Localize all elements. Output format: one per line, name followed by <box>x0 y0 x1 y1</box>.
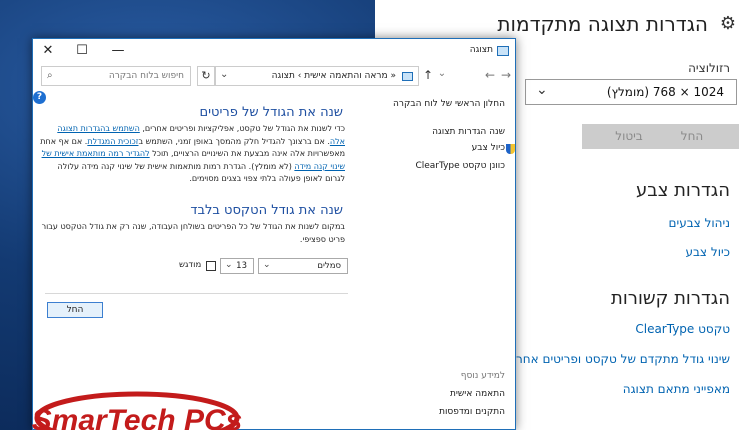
address-bar-row: → ← ⌄ ↑ « מראה והתאמה אישית › תצוגה ⌄ ↻ … <box>33 66 515 92</box>
font-size-select[interactable]: 13 ⌄ <box>220 258 254 274</box>
nav-change-display-settings[interactable]: שנה הגדרות תצוגה <box>432 127 505 137</box>
magnifier-link[interactable]: זכוכית המגדלת <box>87 137 138 146</box>
forward-arrow-icon[interactable]: ← <box>483 68 497 82</box>
search-input[interactable]: חיפוש בלוח הבקרה ⌕ <box>41 66 191 86</box>
control-panel-icon <box>402 72 413 81</box>
smartech-logo: SmarTech PCs <box>32 391 242 430</box>
resolution-dropdown[interactable]: 1024 × 768 (מומלץ) ⌄ <box>525 79 737 105</box>
cleartype-text-link[interactable]: טקסט ClearType <box>635 322 730 336</box>
nav-devices-and-printers[interactable]: התקנים ומדפסות <box>439 407 505 417</box>
nav-calibrate-color[interactable]: כיול צבע <box>472 143 505 153</box>
gear-icon: ⚙ <box>719 13 737 34</box>
control-panel-home-link[interactable]: החלון הראשי של לוח הבקרה <box>393 99 505 109</box>
see-also-heading: למידע נוסף <box>460 371 505 381</box>
chevron-down-icon: ⌄ <box>536 82 548 98</box>
nav-cleartype-text[interactable]: כוונן טקסט ClearType <box>415 161 505 171</box>
desc-text: כדי לשנות את הגודל של טקסט, אפליקציות ופ… <box>139 124 345 133</box>
recent-chevron-icon[interactable]: ⌄ <box>435 68 449 79</box>
color-calibration-link[interactable]: כיול צבע <box>685 245 730 259</box>
nav-personalization[interactable]: התאמה אישית <box>450 389 505 399</box>
item-select-value: סמלים <box>317 261 341 271</box>
divider <box>45 293 348 294</box>
advanced-text-sizing-link[interactable]: שינוי גודל מתקדם של טקסט ופריטים אחרים <box>505 352 730 366</box>
resolution-value: 1024 × 768 (מומלץ) <box>606 85 724 99</box>
help-icon[interactable]: ? <box>33 91 46 104</box>
desc-text: . אם ברצונך להגדיל חלק מהמסך באופן זמני,… <box>138 136 330 146</box>
close-icon[interactable]: ✕ <box>33 42 63 60</box>
svg-text:SmarTech PCs: SmarTech PCs <box>32 404 242 430</box>
maximize-icon[interactable]: ☐ <box>67 42 97 60</box>
address-bar[interactable]: « מראה והתאמה אישית › תצוגה ⌄ <box>215 66 419 86</box>
related-settings-heading: הגדרות קשורות <box>611 288 730 309</box>
breadcrumb: « מראה והתאמה אישית › תצוגה <box>271 71 396 81</box>
search-icon: ⌕ <box>47 70 53 81</box>
refresh-icon[interactable]: ↻ <box>197 66 215 86</box>
change-text-size-description: במקום לשנות את הגודל של כל הפריטים בשולח… <box>41 222 345 244</box>
resolution-label: רזולוציה <box>688 61 730 75</box>
cancel-button[interactable]: ביטול <box>582 124 676 149</box>
title-bar: ✕ ☐ — תצוגה <box>33 39 515 64</box>
display-control-panel-window: ✕ ☐ — תצוגה → ← ⌄ ↑ « מראה והתאמה אישית … <box>32 38 516 430</box>
chevron-down-icon[interactable]: ⌄ <box>220 69 228 80</box>
bold-checkbox[interactable] <box>206 261 216 271</box>
apply-button[interactable]: החל <box>47 302 103 318</box>
shield-icon <box>506 144 515 154</box>
search-placeholder: חיפוש בלוח הבקרה <box>108 71 184 81</box>
font-size-value: 13 <box>236 261 247 271</box>
page-title: הגדרות תצוגה מתקדמות <box>497 12 708 36</box>
change-size-heading: שנה את הגודל של פריטים <box>199 105 343 120</box>
window-title: תצוגה <box>469 45 493 55</box>
chevron-down-icon: ⌄ <box>225 260 233 270</box>
item-select[interactable]: סמלים ⌄ <box>258 258 348 274</box>
display-adapter-properties-link[interactable]: מאפייני מתאם תצוגה <box>623 382 730 396</box>
back-arrow-icon[interactable]: → <box>499 68 513 82</box>
up-arrow-icon[interactable]: ↑ <box>421 68 435 82</box>
color-settings-heading: הגדרות צבע <box>636 180 730 201</box>
change-size-description: כדי לשנות את הגודל של טקסט, אפליקציות ופ… <box>40 123 345 186</box>
color-management-link[interactable]: ניהול צבעים <box>669 216 730 230</box>
change-text-size-heading: שנה את גודל הטקסט בלבד <box>190 203 343 218</box>
display-window-icon <box>497 46 509 56</box>
chevron-down-icon: ⌄ <box>263 260 271 270</box>
bold-label: מודגש <box>179 260 202 270</box>
minimize-icon[interactable]: — <box>103 42 133 60</box>
